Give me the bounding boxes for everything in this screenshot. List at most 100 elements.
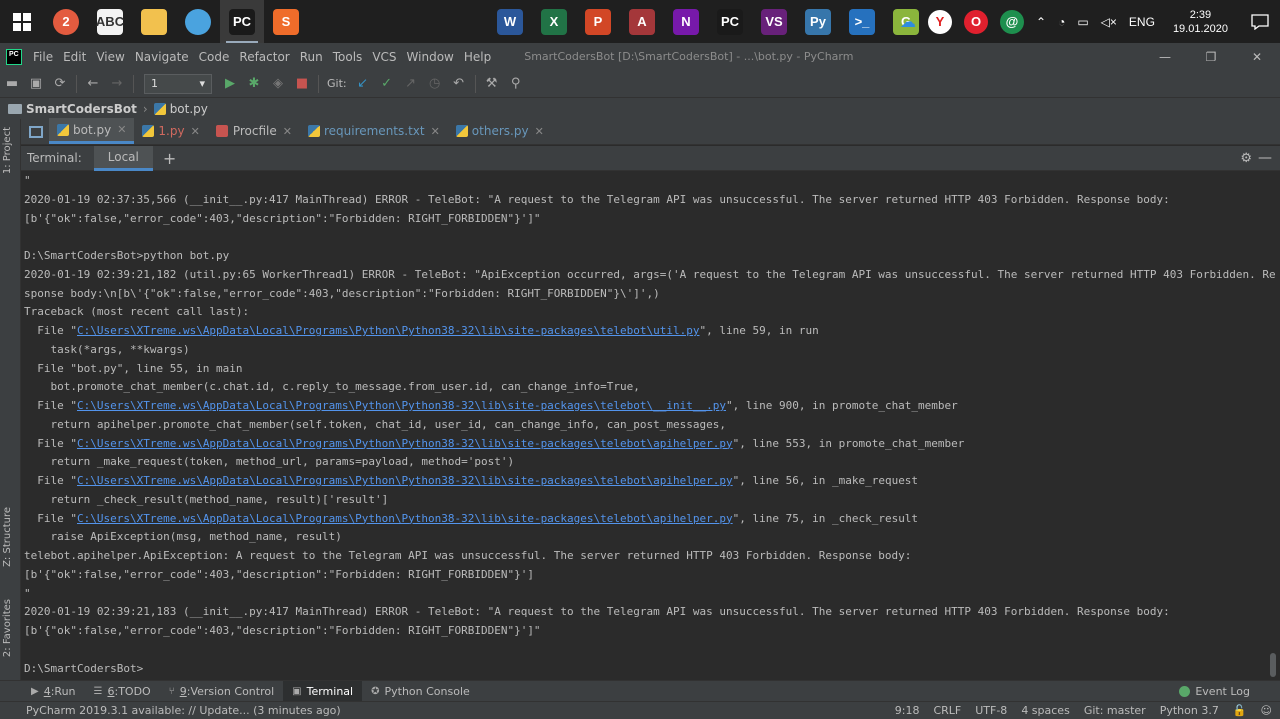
run-config-dropdown[interactable]: 1 ▾ <box>144 73 212 94</box>
tool-window-run[interactable]: ▶ 4: Run <box>22 681 85 702</box>
file-path-link[interactable]: C:\Users\XTreme.ws\AppData\Local\Program… <box>77 324 700 337</box>
coverage-icon[interactable]: ◈ <box>266 72 290 96</box>
editor-tab[interactable]: Procfile ✕ <box>208 118 300 144</box>
close-icon[interactable]: ✕ <box>283 125 292 138</box>
onedrive-icon[interactable]: ☁ <box>894 12 922 32</box>
stop-icon[interactable]: ■ <box>290 72 314 96</box>
menu-window[interactable]: Window <box>402 50 459 64</box>
menu-navigate[interactable]: Navigate <box>130 50 194 64</box>
powershell-taskbar-button[interactable]: >_ <box>840 0 884 43</box>
battery-icon[interactable]: ▭ <box>1071 15 1094 29</box>
sublime-taskbar-button[interactable]: S <box>264 0 308 43</box>
editor-tab[interactable]: requirements.txt ✕ <box>300 118 448 144</box>
menu-edit[interactable]: Edit <box>58 50 91 64</box>
terminal-tab-local[interactable]: Local <box>93 145 153 171</box>
save-all-icon[interactable]: ▣ <box>24 72 48 96</box>
gear-icon[interactable]: ⚙ <box>1240 151 1252 166</box>
wifi-icon[interactable]: ◔ <box>1052 15 1071 29</box>
volume-icon[interactable]: ◁× <box>1095 15 1123 29</box>
rollback-icon[interactable]: ↶ <box>447 72 471 96</box>
inspection-icon[interactable]: ☺ <box>1261 704 1272 717</box>
close-icon[interactable]: ✕ <box>117 123 126 136</box>
line-separator[interactable]: CRLF <box>933 704 961 717</box>
menu-file[interactable]: File <box>28 50 58 64</box>
forward-icon[interactable]: → <box>105 72 129 96</box>
app-tray-icon[interactable]: @ <box>994 9 1030 34</box>
event-log-button[interactable]: Event Log <box>1179 685 1250 698</box>
menu-code[interactable]: Code <box>194 50 235 64</box>
run-icon[interactable]: ▶ <box>218 72 242 96</box>
breadcrumb-file[interactable]: bot.py <box>170 102 208 116</box>
breadcrumb-project[interactable]: SmartCodersBot <box>26 102 137 116</box>
search-icon[interactable]: ⚲ <box>504 72 528 96</box>
lock-icon[interactable]: 🔓 <box>1233 704 1247 717</box>
pycharm-pinned-taskbar-button[interactable]: PC <box>708 0 752 43</box>
onenote-taskbar-button[interactable]: N <box>664 0 708 43</box>
chevron-up-icon[interactable]: ⌃ <box>1030 15 1052 29</box>
close-icon[interactable]: ✕ <box>431 125 440 138</box>
file-path-link[interactable]: C:\Users\XTreme.ws\AppData\Local\Program… <box>77 474 733 487</box>
caret-position[interactable]: 9:18 <box>895 704 920 717</box>
access-taskbar-button[interactable]: A <box>620 0 664 43</box>
menu-tools[interactable]: Tools <box>328 50 368 64</box>
visual-studio-taskbar-button[interactable]: VS <box>752 0 796 43</box>
explorer-taskbar-button[interactable] <box>132 0 176 43</box>
settings-wrench-icon[interactable]: ⚒ <box>480 72 504 96</box>
clock[interactable]: 2:39 19.01.2020 <box>1161 8 1240 36</box>
indent-setting[interactable]: 4 spaces <box>1021 704 1070 717</box>
telegram-app-taskbar-button[interactable] <box>176 0 220 43</box>
opera-icon[interactable]: O <box>958 9 994 34</box>
close-icon[interactable]: ✕ <box>191 125 200 138</box>
file-path-link[interactable]: C:\Users\XTreme.ws\AppData\Local\Program… <box>77 512 733 525</box>
tool-window-python-console[interactable]: ✪ Python Console <box>362 681 479 702</box>
sync-icon[interactable]: ⟳ <box>48 72 72 96</box>
scrollbar[interactable] <box>1270 653 1276 677</box>
status-message[interactable]: PyCharm 2019.3.1 available: // Update...… <box>26 704 341 717</box>
file-path-link[interactable]: C:\Users\XTreme.ws\AppData\Local\Program… <box>77 399 726 412</box>
structure-tool-tab[interactable]: Z: Structure <box>2 507 13 567</box>
terminal-output[interactable]: " 2020-01-19 02:37:35,566 (__init__.py:41… <box>21 171 1280 680</box>
tool-window-terminal[interactable]: ▣ Terminal <box>283 680 363 702</box>
maximize-icon[interactable]: ❐ <box>1188 43 1234 70</box>
menu-view[interactable]: View <box>91 50 129 64</box>
menu-vcs[interactable]: VCS <box>367 50 401 64</box>
open-folder-icon[interactable]: ▬ <box>0 72 24 96</box>
hide-icon[interactable]: — <box>1258 150 1272 166</box>
menu-help[interactable]: Help <box>459 50 496 64</box>
close-icon[interactable]: ✕ <box>535 125 544 138</box>
python-taskbar-button[interactable]: Py <box>796 0 840 43</box>
history-icon[interactable]: ◷ <box>423 72 447 96</box>
powerpoint-taskbar-button[interactable]: P <box>576 0 620 43</box>
file-encoding[interactable]: UTF-8 <box>975 704 1007 717</box>
excel-taskbar-button[interactable]: X <box>532 0 576 43</box>
project-tool-tab[interactable]: 1: Project <box>2 127 13 174</box>
git-commit-icon[interactable]: ✓ <box>375 72 399 96</box>
tool-window-todo[interactable]: ☰ 6: TODO <box>85 681 160 702</box>
editor-tab[interactable]: 1.py ✕ <box>134 118 207 144</box>
python-interpreter[interactable]: Python 3.7 <box>1160 704 1219 717</box>
file-path-link[interactable]: C:\Users\XTreme.ws\AppData\Local\Program… <box>77 437 733 450</box>
editor-tab[interactable]: bot.py ✕ <box>49 118 135 144</box>
minimize-icon[interactable]: — <box>1142 43 1188 70</box>
notifications-icon[interactable] <box>1240 0 1280 43</box>
abc-taskbar-button[interactable]: ABC <box>88 0 132 43</box>
debug-icon[interactable]: ✱ <box>242 72 266 96</box>
git-push-icon[interactable]: ↗ <box>399 72 423 96</box>
yandex-icon[interactable]: Y <box>922 9 958 34</box>
git-branch[interactable]: Git: master <box>1084 704 1146 717</box>
git-update-icon[interactable]: ↙ <box>351 72 375 96</box>
editor-tab[interactable]: others.py ✕ <box>448 118 552 144</box>
favorites-tool-tab[interactable]: 2: Favorites <box>2 599 13 657</box>
pycharm-taskbar-button[interactable]: PC <box>220 0 264 43</box>
new-terminal-icon[interactable]: + <box>163 149 176 168</box>
word-taskbar-button[interactable]: W <box>488 0 532 43</box>
menu-refactor[interactable]: Refactor <box>234 50 294 64</box>
tool-window-version-control[interactable]: ⑂ 9: Version Control <box>160 681 283 702</box>
start-button[interactable] <box>0 0 44 43</box>
project-view-icon[interactable] <box>29 126 43 138</box>
chrome-taskbar-button[interactable]: 2 <box>44 0 88 43</box>
close-icon[interactable]: ✕ <box>1234 43 1280 70</box>
language-indicator[interactable]: ENG <box>1123 15 1161 29</box>
menu-run[interactable]: Run <box>295 50 328 64</box>
back-icon[interactable]: ← <box>81 72 105 96</box>
